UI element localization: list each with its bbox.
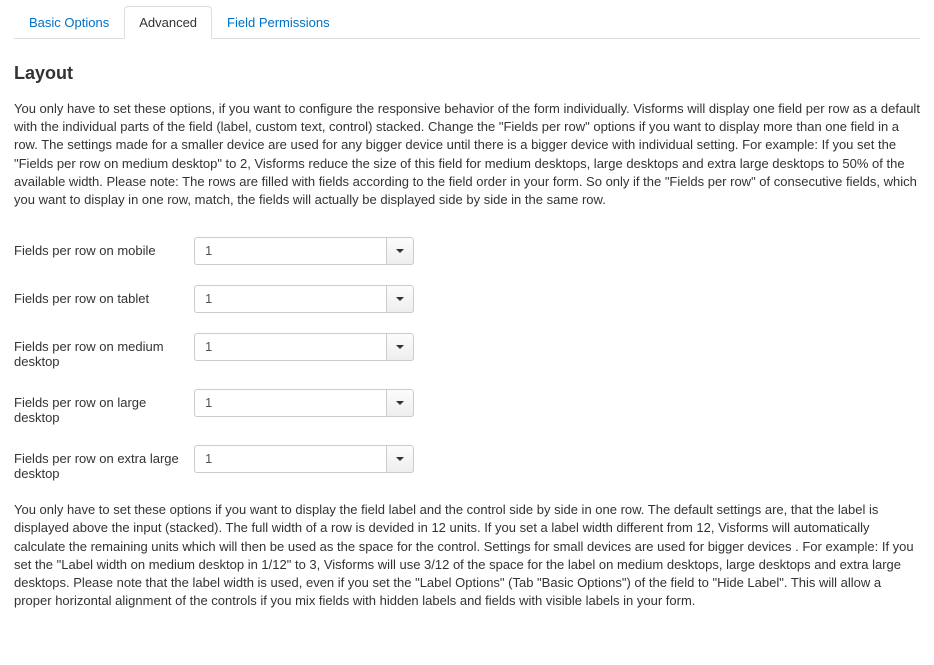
dropdown-button[interactable] [386,445,414,473]
dropdown-button[interactable] [386,389,414,417]
select-value: 1 [194,389,386,417]
select-fields-per-row-tablet[interactable]: 1 [194,285,414,313]
chevron-down-icon [396,249,404,253]
field-row-medium: Fields per row on medium desktop 1 [14,333,920,369]
chevron-down-icon [396,345,404,349]
select-fields-per-row-large[interactable]: 1 [194,389,414,417]
layout-description-1: You only have to set these options, if y… [14,100,920,209]
select-fields-per-row-medium[interactable]: 1 [194,333,414,361]
chevron-down-icon [396,297,404,301]
label-fields-per-row-tablet: Fields per row on tablet [14,285,194,306]
chevron-down-icon [396,457,404,461]
tab-basic-options[interactable]: Basic Options [14,6,124,39]
select-value: 1 [194,285,386,313]
select-fields-per-row-xlarge[interactable]: 1 [194,445,414,473]
label-fields-per-row-large: Fields per row on large desktop [14,389,194,425]
tab-advanced[interactable]: Advanced [124,6,212,39]
field-row-tablet: Fields per row on tablet 1 [14,285,920,313]
tabs-bar: Basic Options Advanced Field Permissions [14,6,920,39]
tab-content: Layout You only have to set these option… [0,39,934,644]
label-fields-per-row-xlarge: Fields per row on extra large desktop [14,445,194,481]
section-title: Layout [14,63,920,84]
layout-description-2: You only have to set these options if yo… [14,501,920,610]
select-value: 1 [194,237,386,265]
select-value: 1 [194,333,386,361]
field-row-mobile: Fields per row on mobile 1 [14,237,920,265]
field-row-large: Fields per row on large desktop 1 [14,389,920,425]
select-value: 1 [194,445,386,473]
dropdown-button[interactable] [386,285,414,313]
select-fields-per-row-mobile[interactable]: 1 [194,237,414,265]
label-fields-per-row-medium: Fields per row on medium desktop [14,333,194,369]
chevron-down-icon [396,401,404,405]
tab-field-permissions[interactable]: Field Permissions [212,6,345,39]
dropdown-button[interactable] [386,237,414,265]
field-row-xlarge: Fields per row on extra large desktop 1 [14,445,920,481]
label-fields-per-row-mobile: Fields per row on mobile [14,237,194,258]
dropdown-button[interactable] [386,333,414,361]
